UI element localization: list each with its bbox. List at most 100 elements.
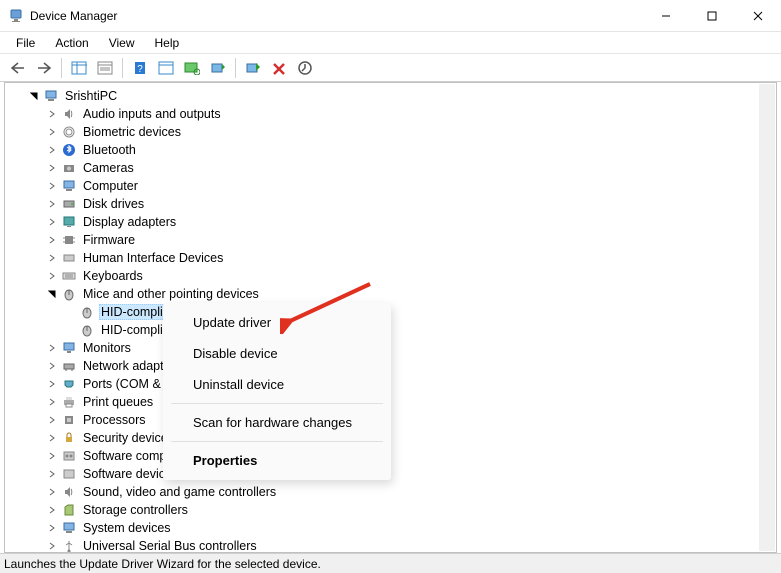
expander-icon[interactable] (45, 341, 59, 355)
statusbar: Launches the Update Driver Wizard for th… (0, 553, 781, 573)
cm-separator (171, 441, 383, 442)
category-cameras[interactable]: Cameras (9, 159, 776, 177)
cm-disable-device[interactable]: Disable device (163, 338, 391, 369)
menu-help[interactable]: Help (145, 34, 190, 52)
category-storage[interactable]: Storage controllers (9, 501, 776, 519)
category-biometric[interactable]: Biometric devices (9, 123, 776, 141)
chip-icon (61, 232, 77, 248)
minimize-button[interactable] (643, 0, 689, 32)
expander-icon[interactable] (45, 485, 59, 499)
expander-icon[interactable] (45, 377, 59, 391)
expander-icon[interactable] (45, 431, 59, 445)
back-button[interactable] (6, 56, 30, 80)
scan-hardware-button[interactable] (180, 56, 204, 80)
expander-icon[interactable] (45, 467, 59, 481)
expander-icon[interactable] (45, 503, 59, 517)
category-hid[interactable]: Human Interface Devices (9, 249, 776, 267)
device-hid-mouse-2[interactable]: HID-complian (9, 321, 776, 339)
sound-icon (61, 484, 77, 500)
menu-view[interactable]: View (99, 34, 145, 52)
computer-icon (43, 88, 59, 104)
category-sound[interactable]: Sound, video and game controllers (9, 483, 776, 501)
expander-icon[interactable] (45, 143, 59, 157)
category-system[interactable]: System devices (9, 519, 776, 537)
show-hide-tree-button[interactable] (67, 56, 91, 80)
fingerprint-icon (61, 124, 77, 140)
root-label: SrishtiPC (63, 89, 119, 103)
category-computer[interactable]: Computer (9, 177, 776, 195)
keyboard-icon (61, 268, 77, 284)
window-title: Device Manager (30, 9, 643, 23)
mouse-icon (61, 286, 77, 302)
cm-scan-hardware[interactable]: Scan for hardware changes (163, 407, 391, 438)
printer-icon (61, 394, 77, 410)
menu-file[interactable]: File (6, 34, 45, 52)
expander-icon[interactable] (45, 359, 59, 373)
device-hid-mouse-1[interactable]: HID-complian (9, 303, 776, 321)
category-usb[interactable]: Universal Serial Bus controllers (9, 537, 776, 553)
close-button[interactable] (735, 0, 781, 32)
uninstall-device-button[interactable] (267, 56, 291, 80)
expander-icon[interactable] (45, 251, 59, 265)
category-disks[interactable]: Disk drives (9, 195, 776, 213)
expander-icon[interactable] (27, 89, 41, 103)
toolbar-separator (235, 58, 236, 78)
legacy-hardware-button[interactable] (293, 56, 317, 80)
toolbar: ? (0, 54, 781, 82)
expander-icon[interactable] (45, 215, 59, 229)
category-monitors[interactable]: Monitors (9, 339, 776, 357)
cm-properties[interactable]: Properties (163, 445, 391, 476)
category-audio[interactable]: Audio inputs and outputs (9, 105, 776, 123)
category-sw-components[interactable]: Software components (9, 447, 776, 465)
speaker-icon (61, 106, 77, 122)
expander-icon[interactable] (45, 413, 59, 427)
toolbar-separator (61, 58, 62, 78)
forward-button[interactable] (32, 56, 56, 80)
update-driver-button[interactable] (206, 56, 230, 80)
properties-button[interactable] (93, 56, 117, 80)
category-processors[interactable]: Processors (9, 411, 776, 429)
usb-icon (61, 538, 77, 553)
status-text: Launches the Update Driver Wizard for th… (4, 557, 321, 571)
category-network[interactable]: Network adapters (9, 357, 776, 375)
context-menu: Update driver Disable device Uninstall d… (163, 303, 391, 480)
disable-device-button[interactable] (241, 56, 265, 80)
maximize-button[interactable] (689, 0, 735, 32)
menu-action[interactable]: Action (45, 34, 98, 52)
expander-icon[interactable] (45, 161, 59, 175)
category-ports[interactable]: Ports (COM & LP (9, 375, 776, 393)
disk-icon (61, 196, 77, 212)
expander-icon[interactable] (45, 287, 59, 301)
category-print[interactable]: Print queues (9, 393, 776, 411)
expander-icon[interactable] (45, 107, 59, 121)
expander-icon[interactable] (45, 269, 59, 283)
toolbar-separator (122, 58, 123, 78)
expander-icon[interactable] (45, 395, 59, 409)
expander-icon[interactable] (45, 233, 59, 247)
storage-icon (61, 502, 77, 518)
expander-icon[interactable] (45, 125, 59, 139)
expander-icon[interactable] (45, 179, 59, 193)
category-firmware[interactable]: Firmware (9, 231, 776, 249)
help-button[interactable]: ? (128, 56, 152, 80)
hid-icon (61, 250, 77, 266)
expander-icon[interactable] (45, 197, 59, 211)
category-bluetooth[interactable]: Bluetooth (9, 141, 776, 159)
category-sw-devices[interactable]: Software devices (9, 465, 776, 483)
expander-icon[interactable] (45, 539, 59, 553)
action-icon[interactable] (154, 56, 178, 80)
expander-icon[interactable] (45, 449, 59, 463)
category-display[interactable]: Display adapters (9, 213, 776, 231)
cm-uninstall-device[interactable]: Uninstall device (163, 369, 391, 400)
titlebar: Device Manager (0, 0, 781, 32)
vertical-scrollbar[interactable] (759, 84, 775, 551)
tree-root-node[interactable]: SrishtiPC (9, 87, 776, 105)
category-security[interactable]: Security devices (9, 429, 776, 447)
display-icon (61, 214, 77, 230)
category-keyboards[interactable]: Keyboards (9, 267, 776, 285)
category-mice[interactable]: Mice and other pointing devices (9, 285, 776, 303)
expander-icon[interactable] (45, 521, 59, 535)
cm-update-driver[interactable]: Update driver (163, 307, 391, 338)
pc-icon (61, 178, 77, 194)
network-icon (61, 358, 77, 374)
